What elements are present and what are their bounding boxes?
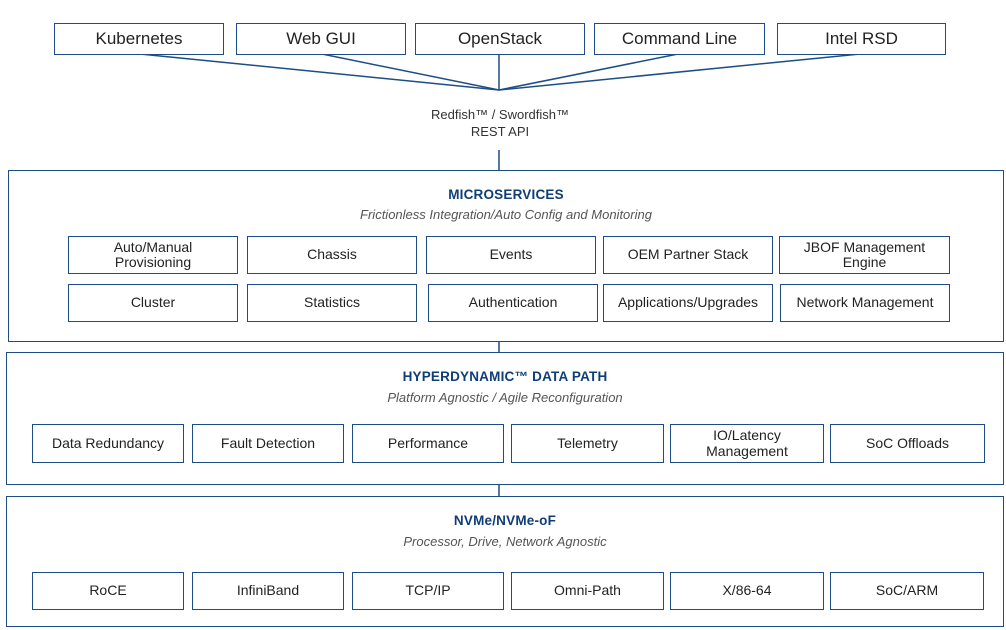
connector-web-gui xyxy=(321,53,500,91)
platform-soc-arm: SoC/ARM xyxy=(830,572,984,610)
transport-label: Omni-Path xyxy=(554,582,621,599)
datapath-soc-offloads: SoC Offloads xyxy=(830,424,985,463)
service-label: OEM Partner Stack xyxy=(627,246,749,263)
api-standards: Redfish™ / Swordfish™ xyxy=(431,107,569,122)
datapath-label: Telemetry xyxy=(557,434,618,451)
rest-api-label: Redfish™ / Swordfish™ REST API xyxy=(0,107,1000,141)
service-network-management: Network Management xyxy=(780,284,950,322)
layer-subtitle: Processor, Drive, Network Agnostic xyxy=(403,534,607,549)
data-path-layer: HYPERDYNAMIC™ DATA PATH Platform Agnosti… xyxy=(6,352,1004,485)
connector-kubernetes xyxy=(139,53,500,91)
service-events: Events xyxy=(426,236,596,274)
datapath-performance: Performance xyxy=(352,424,504,463)
service-chassis: Chassis xyxy=(247,236,417,274)
service-label: Cluster xyxy=(130,294,176,311)
layer-title: MICROSERVICES xyxy=(448,187,564,202)
service-label: Applications/Upgrades xyxy=(617,294,759,311)
datapath-data-redundancy: Data Redundancy xyxy=(32,424,184,463)
service-authentication: Authentication xyxy=(428,284,598,322)
datapath-label: SoC Offloads xyxy=(865,434,949,451)
transport-tcp-ip: TCP/IP xyxy=(352,572,504,610)
service-label: Chassis xyxy=(307,246,357,263)
client-label: Web GUI xyxy=(286,28,356,48)
transport-omni-path: Omni-Path xyxy=(511,572,664,610)
datapath-label: Performance xyxy=(387,434,469,451)
client-label: Intel RSD xyxy=(825,28,898,48)
client-label: OpenStack xyxy=(457,28,543,48)
service-label: Statistics xyxy=(303,294,360,311)
client-web-gui: Web GUI xyxy=(236,23,406,55)
layer-subtitle: Frictionless Integration/Auto Config and… xyxy=(360,207,652,222)
service-auto-manual-provisioning: Auto/Manual Provisioning xyxy=(68,236,238,274)
connector-intel-rsd xyxy=(498,53,861,91)
datapath-label: IO/Latency Management xyxy=(706,427,788,459)
client-command-line: Command Line xyxy=(594,23,765,55)
service-label: Auto/Manual Provisioning xyxy=(113,238,193,270)
service-statistics: Statistics xyxy=(247,284,417,322)
datapath-io-latency-management: IO/Latency Management xyxy=(670,424,824,463)
service-label: Events xyxy=(489,246,533,263)
api-type: REST API xyxy=(470,123,530,139)
client-label: Kubernetes xyxy=(95,28,183,48)
transport-label: TCP/IP xyxy=(405,582,451,599)
layer-subtitle: Platform Agnostic / Agile Reconfiguratio… xyxy=(387,390,623,405)
datapath-fault-detection: Fault Detection xyxy=(192,424,344,463)
service-cluster: Cluster xyxy=(68,284,238,322)
transport-roce: RoCE xyxy=(32,572,184,610)
layer-title: NVMe/NVMe-oF xyxy=(453,513,557,528)
service-applications-upgrades: Applications/Upgrades xyxy=(603,284,773,322)
service-label: JBOF Management Engine xyxy=(803,238,926,270)
client-intel-rsd: Intel RSD xyxy=(777,23,946,55)
connector-command-line xyxy=(498,53,679,91)
transport-label: InfiniBand xyxy=(236,582,300,599)
client-kubernetes: Kubernetes xyxy=(54,23,224,55)
transport-label: RoCE xyxy=(89,582,127,599)
service-label: Authentication xyxy=(468,294,558,311)
datapath-telemetry: Telemetry xyxy=(511,424,664,463)
layer-title: HYPERDYNAMIC™ DATA PATH xyxy=(402,369,608,384)
datapath-label: Data Redundancy xyxy=(51,434,165,451)
transport-label: X/86-64 xyxy=(722,582,772,599)
transport-label: SoC/ARM xyxy=(875,582,939,599)
transport-infiniband: InfiniBand xyxy=(192,572,344,610)
client-label: Command Line xyxy=(621,28,738,48)
client-openstack: OpenStack xyxy=(415,23,585,55)
service-label: Network Management xyxy=(796,294,934,311)
service-jbof-management-engine: JBOF Management Engine xyxy=(779,236,950,274)
datapath-label: Fault Detection xyxy=(220,434,316,451)
platform-x86-64: X/86-64 xyxy=(670,572,824,610)
service-oem-partner-stack: OEM Partner Stack xyxy=(603,236,773,274)
